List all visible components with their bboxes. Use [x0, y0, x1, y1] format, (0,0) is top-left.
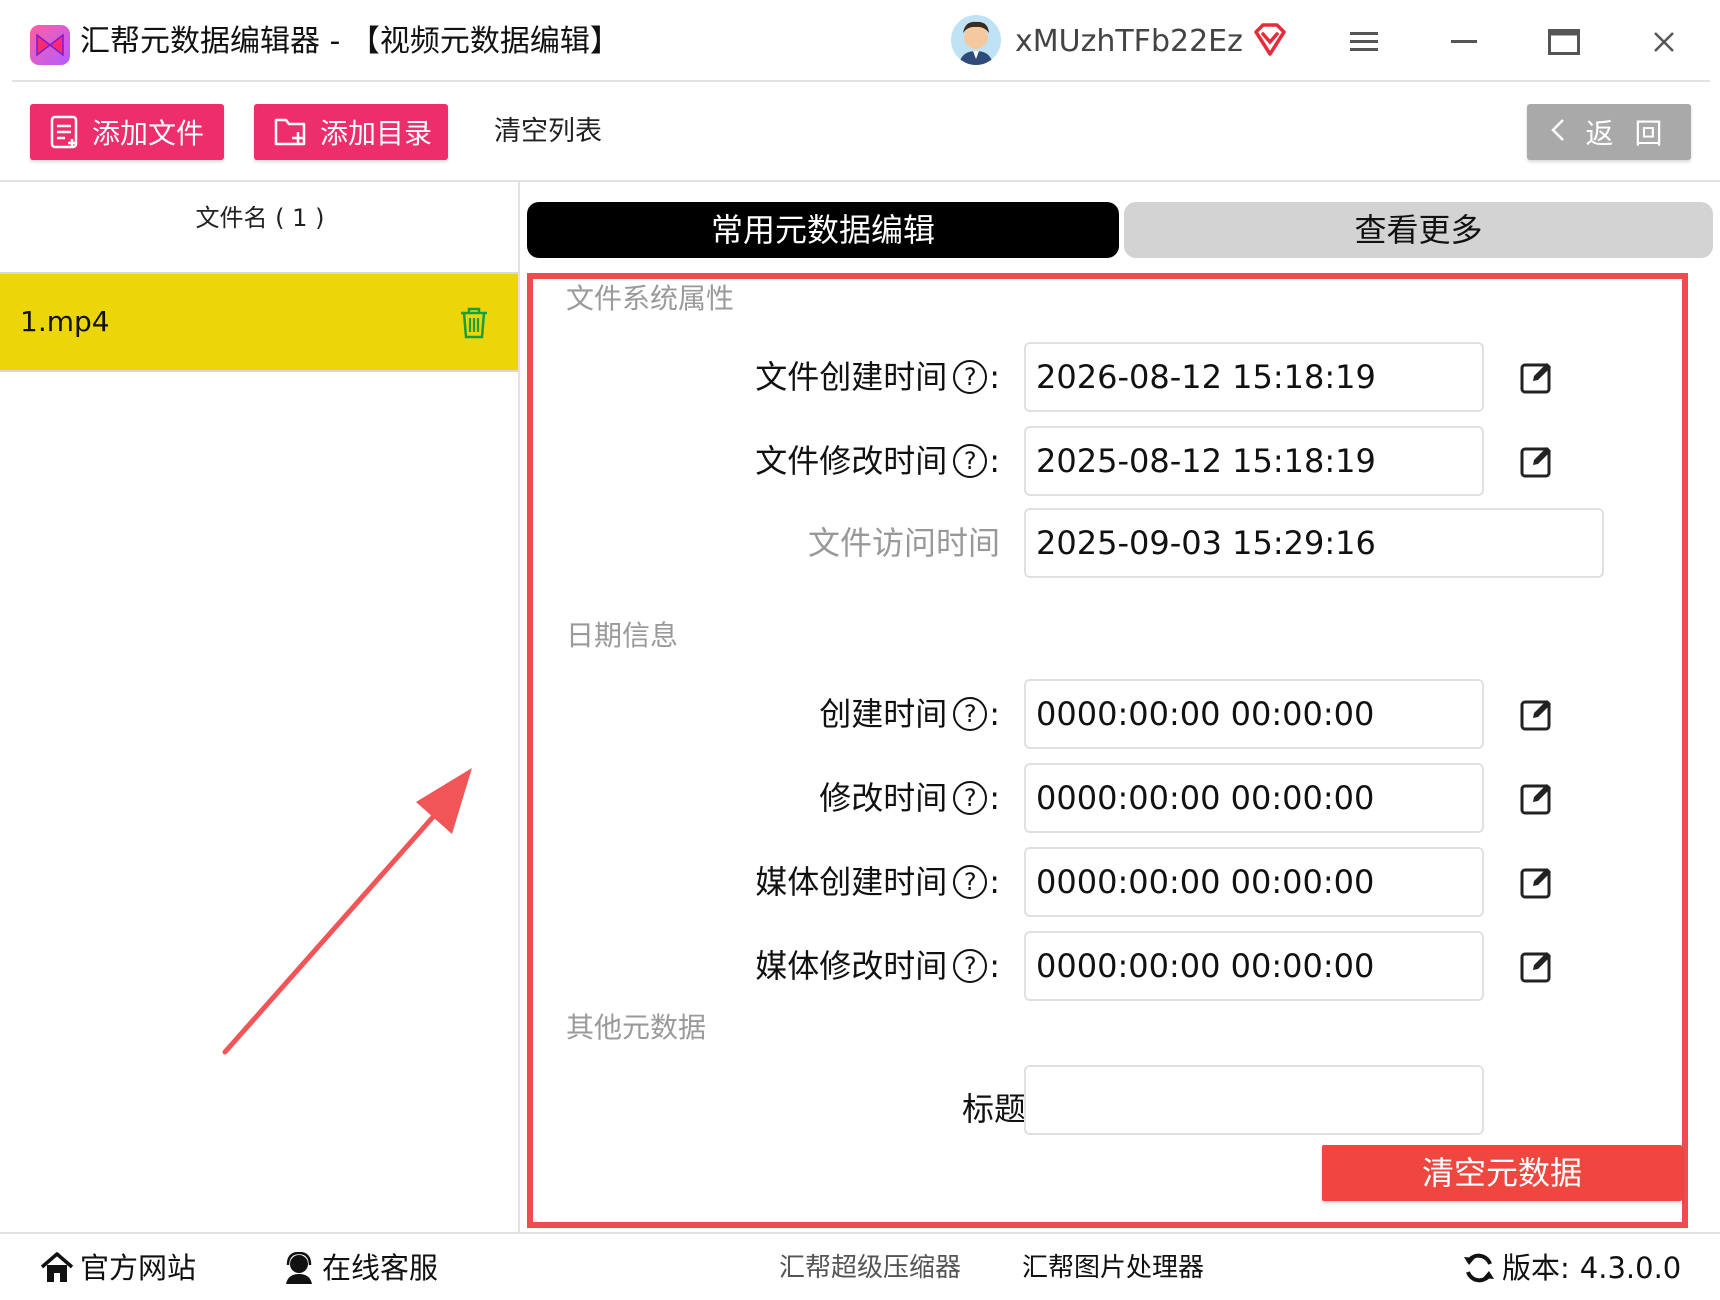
version-info: 版本: 4.3.0.0 [1462, 1248, 1681, 1288]
add-file-label: 添加文件 [92, 117, 205, 150]
file-list-panel: 文件名 ( 1 ) 1.mp4 [0, 182, 520, 1232]
trash-icon[interactable] [459, 307, 489, 343]
label-colon: : [989, 947, 1000, 985]
panel-divider [518, 182, 520, 1232]
modified-input[interactable] [1024, 763, 1484, 833]
help-icon[interactable]: ? [953, 697, 988, 731]
edit-icon[interactable] [1515, 355, 1559, 399]
footer-bar: 官方网站 在线客服 汇帮超级压缩器 汇帮图片处理器 版本: 4.3.0.0 [0, 1232, 1720, 1300]
field-label-modified: 修改时间 ? : [819, 774, 1000, 822]
vip-diamond-icon[interactable] [1250, 20, 1290, 64]
edit-icon[interactable] [1515, 439, 1559, 483]
title-input[interactable] [1024, 1065, 1484, 1135]
media-modified-input[interactable] [1024, 931, 1484, 1001]
field-label-file-accessed: 文件访问时间 [808, 519, 1000, 567]
app-window: 汇帮元数据编辑器 - 【视频元数据编辑】 xMUzhTFb22Ez 添加文件 添… [0, 0, 1720, 1300]
online-support-label: 在线客服 [322, 1251, 439, 1285]
version-label: 版本: [1502, 1251, 1570, 1285]
help-icon[interactable]: ? [953, 444, 988, 478]
help-icon[interactable]: ? [953, 949, 988, 983]
menu-icon[interactable] [1342, 20, 1386, 64]
refresh-icon[interactable] [1462, 1251, 1496, 1285]
section-title-date: 日期信息 [566, 619, 679, 652]
label-text: 媒体创建时间 [755, 863, 948, 901]
edit-icon[interactable] [1515, 692, 1559, 736]
toolbar: 添加文件 添加目录 清空列表 返 回 [0, 82, 1720, 182]
add-folder-icon [274, 118, 306, 146]
close-icon[interactable] [1642, 20, 1686, 64]
official-website-label: 官方网站 [80, 1251, 197, 1285]
clear-list-button[interactable]: 清空列表 [494, 104, 602, 160]
field-label-media-modified: 媒体修改时间 ? : [755, 942, 1000, 990]
compressor-link[interactable]: 汇帮超级压缩器 [779, 1248, 961, 1288]
edit-icon[interactable] [1515, 860, 1559, 904]
label-colon: : [989, 442, 1000, 480]
minimize-icon[interactable] [1442, 20, 1486, 64]
user-avatar[interactable] [951, 15, 1001, 65]
section-title-other: 其他元数据 [566, 1011, 707, 1044]
back-label: 返 回 [1585, 117, 1669, 150]
window-title: 汇帮元数据编辑器 - 【视频元数据编辑】 [80, 24, 620, 59]
title-bar: 汇帮元数据编辑器 - 【视频元数据编辑】 xMUzhTFb22Ez [0, 0, 1720, 82]
file-accessed-input [1024, 508, 1604, 578]
label-colon: : [989, 863, 1000, 901]
add-file-icon [50, 115, 78, 149]
media-created-input[interactable] [1024, 847, 1484, 917]
online-support-link[interactable]: 在线客服 [282, 1248, 438, 1288]
customer-service-icon [286, 1252, 312, 1284]
version-number: 4.3.0.0 [1579, 1251, 1682, 1285]
image-tool-link[interactable]: 汇帮图片处理器 [1022, 1248, 1204, 1288]
label-text: 文件修改时间 [755, 442, 948, 480]
username[interactable]: xMUzhTFb22Ez [1015, 20, 1243, 64]
add-file-button[interactable]: 添加文件 [30, 104, 224, 160]
file-modified-input[interactable] [1024, 426, 1484, 496]
file-list-item[interactable]: 1.mp4 [0, 272, 518, 372]
tab-common-metadata[interactable]: 常用元数据编辑 [527, 202, 1119, 258]
help-icon[interactable]: ? [953, 360, 988, 394]
label-colon: : [989, 358, 1000, 396]
field-label-file-created: 文件创建时间 ? : [755, 353, 1000, 401]
label-text: 媒体修改时间 [755, 947, 948, 985]
label-colon: : [989, 695, 1000, 733]
maximize-icon[interactable] [1542, 20, 1586, 64]
created-input[interactable] [1024, 679, 1484, 749]
edit-icon[interactable] [1515, 776, 1559, 820]
help-icon[interactable]: ? [953, 781, 988, 815]
label-text: 文件访问时间 [807, 524, 1000, 562]
file-name: 1.mp4 [20, 305, 110, 338]
official-website-link[interactable]: 官方网站 [40, 1248, 196, 1288]
add-folder-button[interactable]: 添加目录 [254, 104, 448, 160]
file-created-input[interactable] [1024, 342, 1484, 412]
clear-metadata-button[interactable]: 清空元数据 [1322, 1145, 1682, 1201]
tab-view-more[interactable]: 查看更多 [1124, 202, 1713, 258]
add-folder-label: 添加目录 [320, 117, 433, 150]
section-title-filesystem: 文件系统属性 [566, 282, 735, 315]
field-label-media-created: 媒体创建时间 ? : [755, 858, 1000, 906]
edit-icon[interactable] [1515, 944, 1559, 988]
chevron-left-icon [1550, 116, 1566, 149]
label-text: 文件创建时间 [755, 358, 948, 396]
label-text: 修改时间 [819, 779, 948, 817]
label-colon: : [989, 779, 1000, 817]
metadata-form: 文件系统属性 文件创建时间 ? : 文件修改时间 ? : 文件访问时间 日期信息… [527, 273, 1688, 1228]
file-list-header: 文件名 ( 1 ) [195, 204, 325, 232]
field-label-file-modified: 文件修改时间 ? : [755, 437, 1000, 485]
app-logo-icon [30, 25, 70, 65]
home-icon [40, 1252, 74, 1282]
label-text: 创建时间 [819, 695, 948, 733]
back-button[interactable]: 返 回 [1527, 104, 1691, 160]
help-icon[interactable]: ? [953, 865, 988, 899]
field-label-created: 创建时间 ? : [819, 690, 1000, 738]
